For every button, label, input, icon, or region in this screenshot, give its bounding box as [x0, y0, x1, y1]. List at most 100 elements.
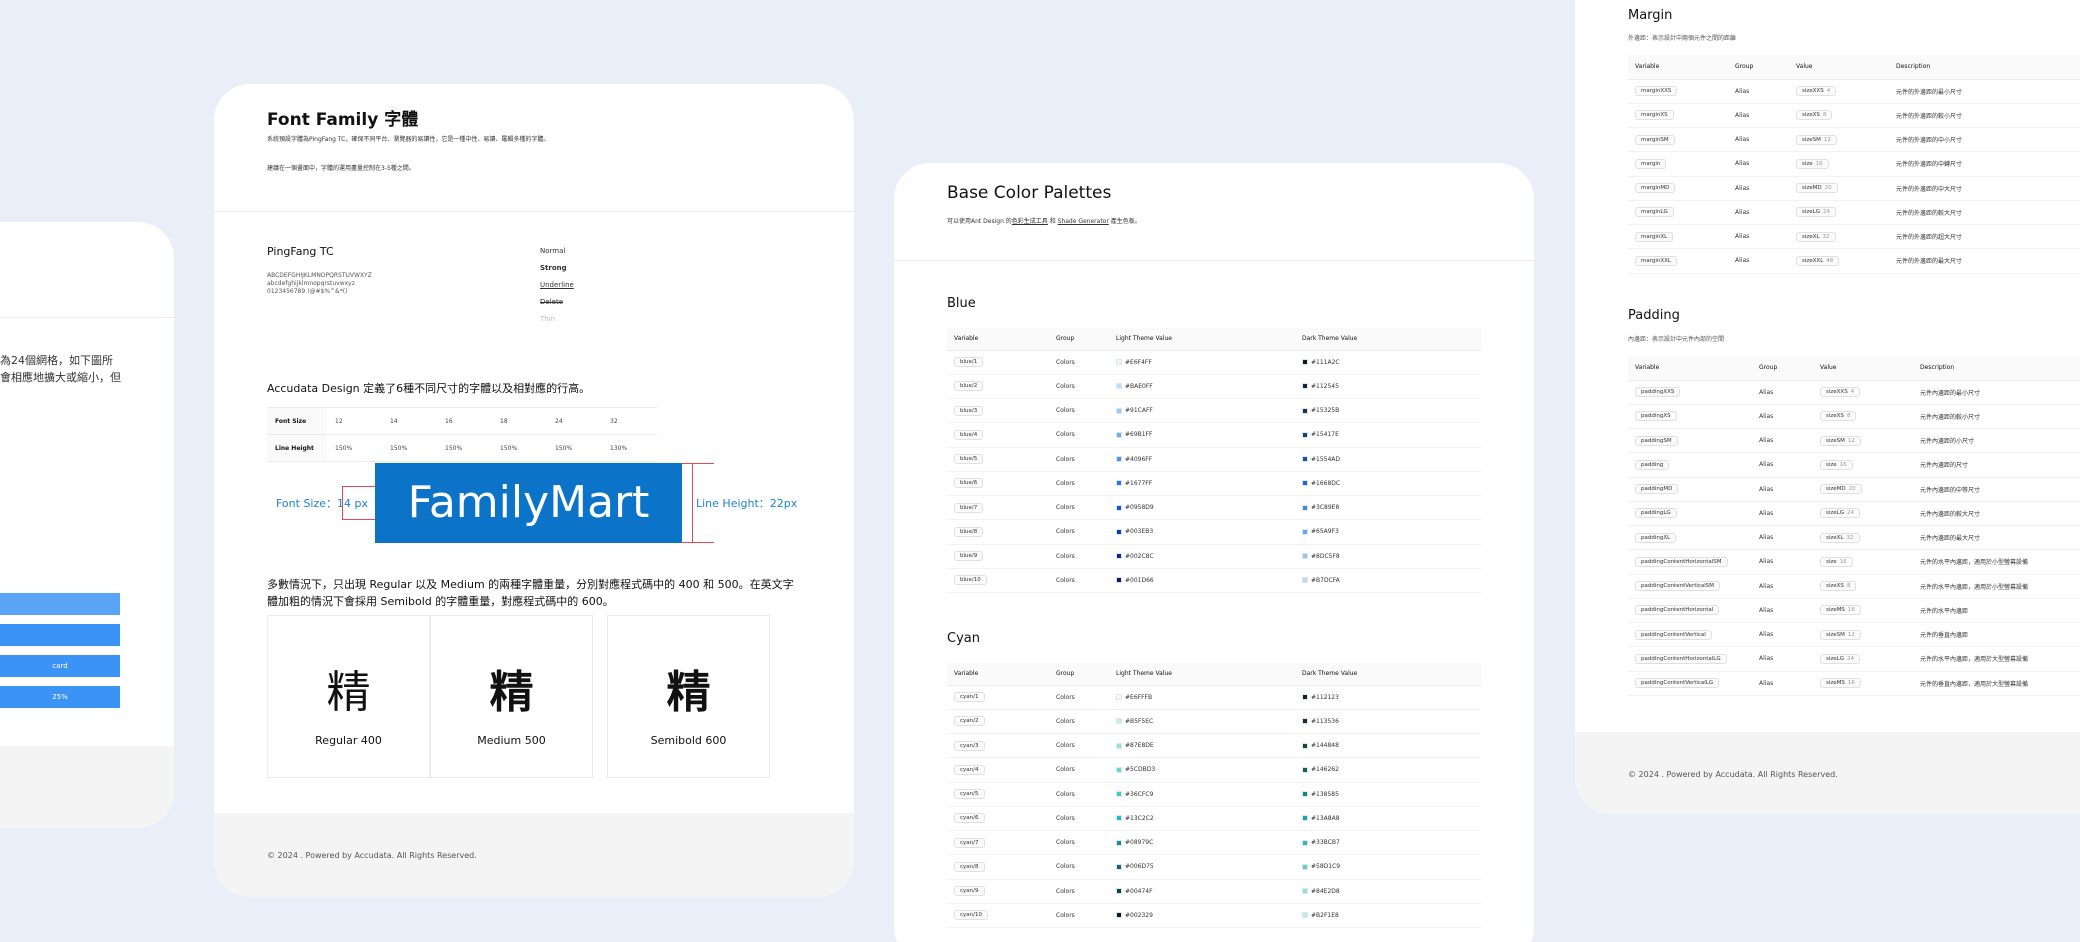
cell-variable: marginXS [1628, 103, 1728, 129]
value-number: 16 [1815, 160, 1823, 167]
cell-variable: paddingContentHorizontalSM [1628, 549, 1752, 575]
header-light: Light Theme Value [1109, 328, 1295, 351]
color-value: #0958D9 [1125, 504, 1154, 512]
cell-group: Alias [1728, 103, 1789, 129]
value-number: 12 [1847, 437, 1855, 444]
variable-tag: padding [1635, 459, 1670, 470]
cell-group: Colors [1049, 709, 1109, 735]
cell-variable: paddingContentVertical [1628, 622, 1752, 648]
variable-tag: paddingSM [1635, 435, 1678, 446]
table-row: marginSM Alias sizeSM 12 元件的外邊距的中小尺寸 [1628, 127, 2080, 153]
lh-cell: 130% [602, 434, 657, 462]
color-swatch [1302, 359, 1308, 366]
table-row: blue/5 Colors #4096FF #1554AD [947, 447, 1481, 472]
value-tag: sizeXXS 4 [1820, 387, 1861, 398]
color-swatch [1302, 912, 1308, 919]
cell-variable: blue/4 [947, 422, 1049, 448]
cell-description: 元件內邊距的較大尺寸 [1913, 501, 2080, 527]
variable-tag: blue/5 [954, 454, 984, 465]
cell-value: sizeXL 32 [1789, 224, 1889, 250]
variable-tag: cyan/8 [954, 861, 985, 872]
color-value: #006D75 [1125, 863, 1154, 871]
table-row: paddingContentVerticalSM Alias sizeXS 8 元件的水… [1628, 574, 2080, 599]
font-weights-description: 多數情況下，只出現 Regular 以及 Medium 的兩種字體重量，分別對應… [267, 578, 794, 608]
cell-group: Alias [1752, 380, 1813, 405]
cell-light: #91CAFF [1109, 398, 1295, 424]
weight-regular: 精 Regular 400 [267, 615, 430, 778]
cell-group: Colors [1049, 422, 1109, 448]
cell-dark: #1668DC [1295, 471, 1481, 497]
cell-dark: #144848 [1295, 733, 1481, 759]
color-swatch [1302, 863, 1308, 870]
color-value: #15417E [1311, 431, 1339, 439]
cell-variable: blue/8 [947, 519, 1049, 545]
cell-group: Colors [1049, 471, 1109, 497]
shade-generator-link[interactable]: Shade Generator [1058, 218, 1109, 225]
cell-description: 元件內邊距的最大尺寸 [1913, 525, 2080, 551]
cell-group: Colors [1049, 733, 1109, 759]
color-value: #33BCB7 [1311, 839, 1340, 847]
color-swatch [1302, 839, 1308, 846]
value-number: 4 [1850, 389, 1855, 396]
color-swatch [1116, 912, 1122, 919]
header-dark: Dark Theme Value [1295, 663, 1481, 686]
value-number: 12 [1847, 631, 1855, 638]
table-row: paddingContentVerticalLG Alias sizeMS 16 元件的… [1628, 671, 2080, 696]
variable-tag: cyan/7 [954, 837, 985, 848]
color-value: #B5F5EC [1125, 717, 1154, 725]
variable-tag: paddingXS [1635, 411, 1677, 422]
table-row: cyan/7 Colors #08979C #33BCB7 [947, 830, 1481, 856]
cell-dark: #B7DCFA [1295, 568, 1481, 594]
color-tool-link[interactable]: 色彩生成工具 [1012, 218, 1048, 225]
color-value: #69B1FF [1125, 431, 1153, 439]
cell-light: #69B1FF [1109, 422, 1295, 448]
value-number: 24 [1847, 510, 1854, 517]
cell-light: #0958D9 [1109, 495, 1295, 521]
cell-value: sizeXXS 4 [1789, 79, 1889, 104]
cell-variable: marginXXS [1628, 79, 1728, 104]
cell-value: sizeXS 8 [1813, 404, 1913, 430]
cell-group: Alias [1752, 598, 1813, 624]
lh-cell: 150% [382, 434, 437, 462]
cell-light: #5CDBD3 [1109, 757, 1295, 783]
cell-dark: #146262 [1295, 757, 1481, 783]
cell-variable: padding [1628, 452, 1752, 478]
color-swatch [1302, 480, 1308, 487]
page-title: Font Family 字體 [267, 110, 419, 130]
cell-value: sizeXS 8 [1789, 103, 1889, 129]
header-description: Description [1913, 356, 2080, 381]
spacing-card: Margin 外邊距：表示設計中兩個元件之間的距離 Variable Group… [1575, 0, 2080, 814]
cell-description: 元件的外邊距的最小尺寸 [1889, 79, 2080, 104]
cell-description: 元件的外邊距的較大尺寸 [1889, 200, 2080, 226]
color-value: #4096FF [1125, 455, 1153, 463]
value-tag: sizeMS 16 [1820, 605, 1861, 616]
cell-variable: paddingMD [1628, 477, 1752, 502]
value-number: 16 [1847, 680, 1855, 687]
table-header: Variable Group Value Description [1628, 55, 2080, 80]
cell-variable: cyan/3 [947, 733, 1049, 759]
variable-tag: blue/7 [954, 502, 984, 513]
color-swatch [1302, 407, 1308, 414]
variable-tag: cyan/2 [954, 716, 985, 727]
variable-tag: paddingContentVerticalLG [1635, 678, 1720, 689]
cell-group: Colors [1049, 830, 1109, 856]
value-number: 12 [1823, 136, 1831, 143]
color-swatch [1116, 863, 1122, 870]
variable-tag: cyan/1 [954, 692, 985, 703]
table-row: blue/1 Colors #E6F4FF #111A2C [947, 350, 1481, 375]
table-row: cyan/3 Colors #87E8DE #144848 [947, 733, 1481, 759]
cell-light: #001D66 [1109, 568, 1295, 594]
variable-tag: blue/6 [954, 478, 984, 489]
card-footer [0, 746, 174, 828]
cell-value: sizeSM 12 [1813, 622, 1913, 648]
variable-tag: marginSM [1635, 134, 1675, 145]
value-name: sizeMS [1826, 607, 1845, 614]
color-swatch [1116, 815, 1122, 822]
divider [894, 260, 1534, 261]
table-row: paddingXL Alias sizeXL 32 元件內邊距的最大尺寸 [1628, 525, 2080, 551]
table-header: Variable Group Value Description [1628, 356, 2080, 381]
cell-group: Alias [1728, 79, 1789, 104]
variable-tag: marginLG [1635, 207, 1674, 218]
variable-tag: cyan/6 [954, 813, 985, 824]
cell-dark: #112123 [1295, 685, 1481, 710]
